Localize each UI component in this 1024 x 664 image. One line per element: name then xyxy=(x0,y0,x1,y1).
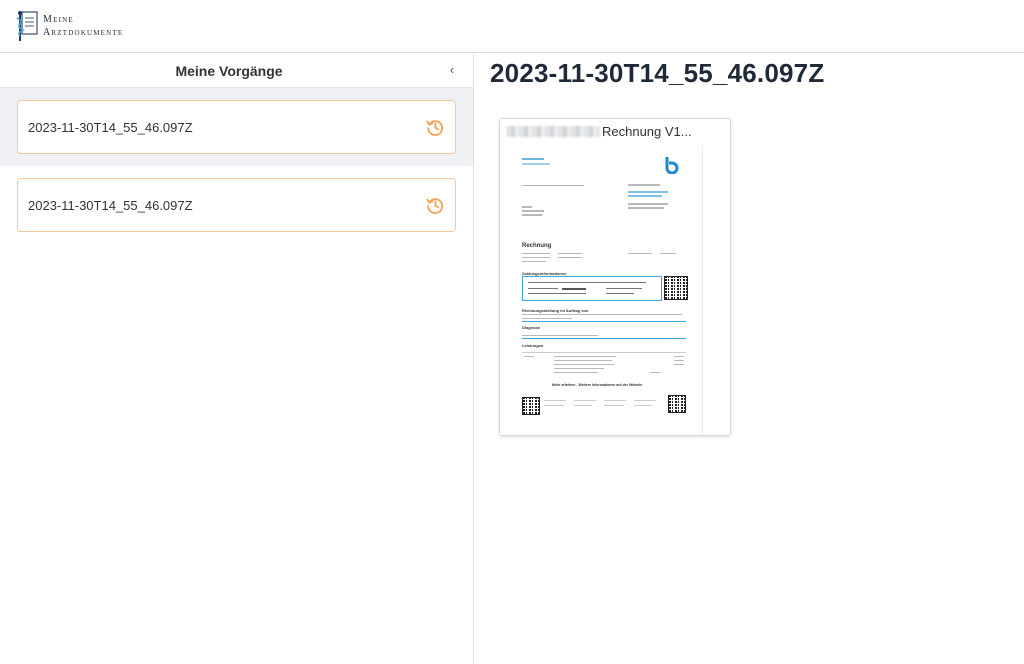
thumb-line xyxy=(574,405,592,406)
sidebar-header: Meine Vorgänge ‹ xyxy=(0,54,473,88)
thumb-line xyxy=(522,253,550,254)
thumb-line xyxy=(562,288,586,290)
thumb-line xyxy=(628,184,660,186)
thumb-line xyxy=(528,288,558,289)
thumb-divider xyxy=(522,321,686,322)
thumb-line xyxy=(524,356,534,357)
redacted-text xyxy=(506,126,600,137)
thumb-line xyxy=(634,405,652,406)
thumb-line xyxy=(544,400,566,401)
thumb-line xyxy=(628,203,668,205)
history-icon[interactable] xyxy=(425,195,445,215)
sidebar-title: Meine Vorgänge xyxy=(175,63,283,79)
document-name: Rechnung V1... xyxy=(506,124,696,139)
thumb-line xyxy=(522,314,682,315)
thumb-line xyxy=(522,257,550,258)
thumb-line xyxy=(522,206,532,208)
thumb-line xyxy=(628,207,664,209)
thumb-footer-note: Mehr erfahren - Weitere Informationen au… xyxy=(552,383,643,387)
case-card[interactable]: 2023-11-30T14_55_46.097Z xyxy=(17,100,456,154)
thumb-line xyxy=(674,364,684,365)
chevron-left-icon: ‹ xyxy=(449,62,455,77)
thumb-line xyxy=(650,372,660,373)
logo-line2: Arztdokumente xyxy=(43,27,124,38)
caduceus-document-icon xyxy=(16,11,38,41)
thumb-line xyxy=(558,257,582,258)
thumb-line xyxy=(674,360,684,361)
brand-b-logo xyxy=(665,157,679,174)
case-list-item: 2023-11-30T14_55_46.097Z xyxy=(0,88,473,166)
thumb-line xyxy=(528,293,586,294)
app-logo[interactable]: Meine Arztdokumente xyxy=(14,9,123,43)
collapse-sidebar-button[interactable]: ‹ xyxy=(445,62,459,78)
thumb-line xyxy=(522,318,572,319)
thumb-line xyxy=(522,335,598,336)
thumb-line xyxy=(660,253,676,254)
thumb-line xyxy=(522,158,544,160)
case-card[interactable]: 2023-11-30T14_55_46.097Z xyxy=(17,178,456,232)
logo-line1: Meine xyxy=(43,14,74,25)
thumb-line xyxy=(522,352,686,353)
thumb-line xyxy=(522,163,550,165)
thumb-line xyxy=(554,372,598,373)
thumb-line xyxy=(604,400,626,401)
thumb-line xyxy=(628,195,662,197)
thumb-section-diagnosis: Diagnose xyxy=(522,325,541,330)
qr-code xyxy=(522,397,540,415)
thumb-line xyxy=(606,288,642,289)
thumb-line xyxy=(628,191,668,193)
thumb-line xyxy=(522,214,542,216)
case-label: 2023-11-30T14_55_46.097Z xyxy=(28,197,193,213)
case-label: 2023-11-30T14_55_46.097Z xyxy=(28,119,193,135)
thumb-section-services: Leistungen xyxy=(522,343,544,348)
thumb-line xyxy=(674,356,684,357)
document-card[interactable]: Rechnung V1... Rechnung Zahlungsinformat… xyxy=(499,118,731,436)
main-content: 2023-11-30T14_55_46.097Z Rechnung V1... … xyxy=(475,54,1024,664)
thumb-line xyxy=(522,185,584,186)
qr-code xyxy=(668,395,686,413)
app-header: Meine Arztdokumente xyxy=(0,0,1024,53)
thumb-line xyxy=(554,364,614,365)
thumb-line xyxy=(628,253,652,254)
thumb-line xyxy=(554,356,616,357)
document-name-text: Rechnung V1... xyxy=(602,124,692,139)
thumb-heading: Rechnung xyxy=(522,243,552,249)
page-title: 2023-11-30T14_55_46.097Z xyxy=(490,58,825,88)
thumb-line xyxy=(554,368,604,369)
qr-code xyxy=(664,276,688,300)
thumb-line xyxy=(606,293,634,294)
thumb-divider xyxy=(522,338,686,339)
history-icon[interactable] xyxy=(425,117,445,137)
document-thumbnail: Rechnung Zahlungsinformationen Rechnungs… xyxy=(500,145,703,435)
thumb-line xyxy=(574,400,596,401)
thumb-line xyxy=(544,405,564,406)
thumb-line xyxy=(604,405,624,406)
thumb-line xyxy=(522,210,544,212)
thumb-line xyxy=(634,400,656,401)
thumb-section-issuer: Rechnungsstellung im Auftrag von xyxy=(522,308,589,313)
thumb-line xyxy=(528,282,646,283)
sidebar: Meine Vorgänge ‹ 2023-11-30T14_55_46.097… xyxy=(0,54,474,664)
logo-text: Meine Arztdokumente xyxy=(43,13,123,39)
thumb-line xyxy=(522,261,546,262)
case-list-item: 2023-11-30T14_55_46.097Z xyxy=(0,166,473,244)
thumb-line xyxy=(558,253,582,254)
thumb-line xyxy=(554,360,612,361)
